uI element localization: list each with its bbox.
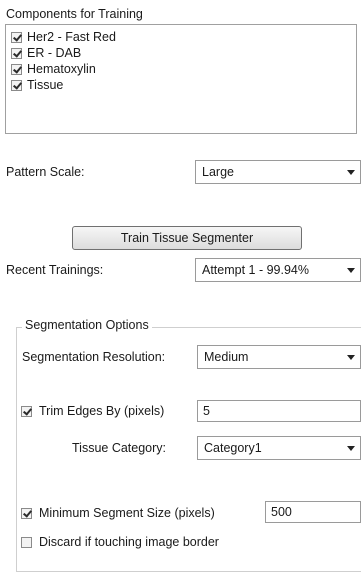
- tissue-category-label: Tissue Category:: [72, 441, 167, 455]
- trim-edges-checkbox[interactable]: [21, 405, 32, 417]
- segmentation-resolution-label: Segmentation Resolution:: [22, 350, 166, 364]
- discard-border-label: Discard if touching image border: [39, 535, 219, 549]
- minimum-segment-input[interactable]: 500: [265, 501, 361, 523]
- chevron-down-icon[interactable]: [342, 161, 360, 183]
- list-item[interactable]: ER - DAB: [11, 45, 81, 61]
- pattern-scale-value: Large: [202, 165, 234, 179]
- discard-border-checkbox[interactable]: [21, 536, 32, 548]
- segmentation-resolution-value: Medium: [204, 350, 249, 364]
- training-panel: Components for Training Her2 - Fast Red …: [0, 0, 361, 575]
- chevron-down-icon[interactable]: [342, 437, 360, 459]
- component-checkbox[interactable]: [11, 31, 22, 43]
- trim-edges-value: 5: [203, 404, 210, 418]
- minimum-segment-checkbox[interactable]: [21, 507, 32, 519]
- pattern-scale-dropdown[interactable]: Large: [195, 160, 361, 184]
- components-list[interactable]: Her2 - Fast Red ER - DAB Hematoxylin Tis…: [5, 24, 357, 134]
- trim-edges-label: Trim Edges By (pixels): [39, 404, 165, 418]
- recent-trainings-dropdown[interactable]: Attempt 1 - 99.94%: [195, 258, 361, 282]
- minimum-segment-value: 500: [271, 505, 292, 519]
- segmentation-options-title: Segmentation Options: [22, 318, 152, 332]
- components-title: Components for Training: [6, 7, 143, 21]
- component-checkbox[interactable]: [11, 63, 22, 75]
- recent-trainings-label: Recent Trainings:: [6, 263, 104, 277]
- component-label: Hematoxylin: [27, 62, 96, 76]
- trim-edges-row[interactable]: Trim Edges By (pixels): [21, 404, 164, 418]
- list-item[interactable]: Tissue: [11, 77, 63, 93]
- segmentation-resolution-dropdown[interactable]: Medium: [197, 345, 361, 369]
- list-item[interactable]: Hematoxylin: [11, 61, 96, 77]
- recent-trainings-value: Attempt 1 - 99.94%: [202, 263, 310, 277]
- pattern-scale-label: Pattern Scale:: [6, 165, 85, 179]
- component-checkbox[interactable]: [11, 79, 22, 91]
- component-label: ER - DAB: [27, 46, 82, 60]
- chevron-down-icon[interactable]: [342, 259, 360, 281]
- component-checkbox[interactable]: [11, 47, 22, 59]
- trim-edges-input[interactable]: 5: [197, 400, 361, 422]
- minimum-segment-label: Minimum Segment Size (pixels): [39, 506, 215, 520]
- minimum-segment-row[interactable]: Minimum Segment Size (pixels): [21, 506, 215, 520]
- component-label: Her2 - Fast Red: [27, 30, 116, 44]
- train-button-label: Train Tissue Segmenter: [120, 231, 254, 245]
- train-tissue-segmenter-button[interactable]: Train Tissue Segmenter: [72, 226, 302, 250]
- discard-border-row[interactable]: Discard if touching image border: [21, 535, 219, 549]
- component-label: Tissue: [27, 78, 64, 92]
- list-item[interactable]: Her2 - Fast Red: [11, 29, 116, 45]
- tissue-category-value: Category1: [204, 441, 262, 455]
- chevron-down-icon[interactable]: [342, 346, 360, 368]
- tissue-category-dropdown[interactable]: Category1: [197, 436, 361, 460]
